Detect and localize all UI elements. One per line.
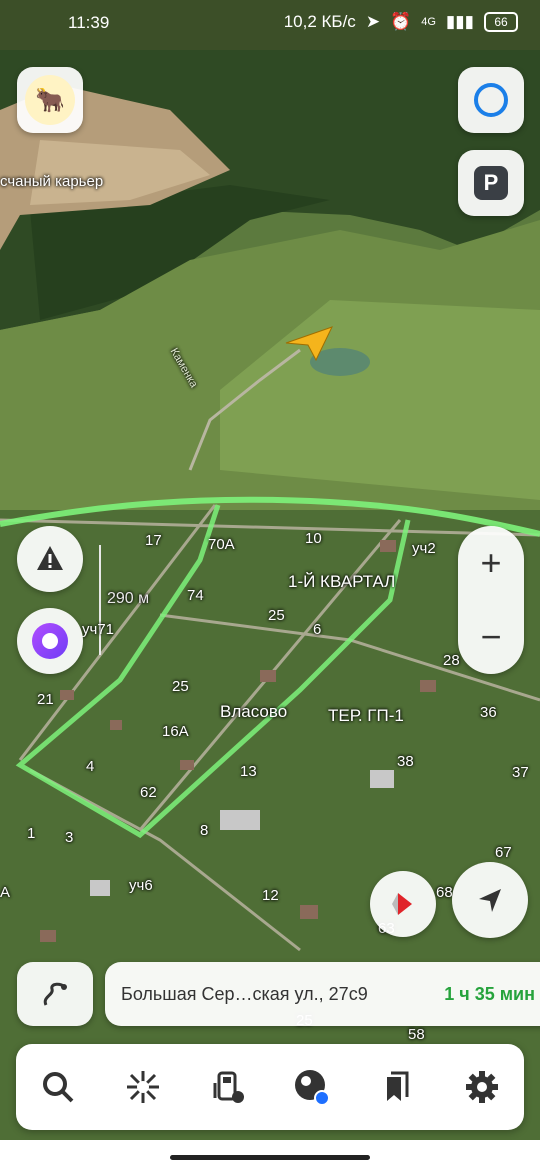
house-number: 74 <box>187 587 204 604</box>
house-number: уч71 <box>82 621 114 638</box>
sparkle-icon <box>126 1071 159 1103</box>
music-button[interactable] <box>287 1062 337 1112</box>
network-type: 4G <box>421 16 436 28</box>
house-number: 6 <box>313 621 322 638</box>
house-number: 16А <box>162 723 189 740</box>
map-scale: 290 м <box>107 590 150 607</box>
map-label-ter-gp: ТЕР. ГП-1 <box>328 706 404 725</box>
house-number: 10 <box>305 530 322 547</box>
house-number: 70А <box>208 536 235 553</box>
location-status-icon: ➤ <box>365 12 381 31</box>
settings-button[interactable] <box>457 1062 507 1112</box>
warning-icon <box>37 546 63 570</box>
warning-button[interactable] <box>17 526 83 592</box>
alarm-icon: ⏰ <box>390 12 412 31</box>
home-indicator[interactable] <box>170 1155 370 1160</box>
route-summary-bar[interactable]: Большая Сер…ская ул., 27с9 1 ч 35 мин <box>105 962 540 1026</box>
yak-avatar-icon: 🐂 <box>25 75 75 125</box>
network-speed: 10,2 КБ/с <box>283 12 356 31</box>
house-number: уч6 <box>129 877 153 894</box>
bookmarks-icon <box>386 1071 409 1101</box>
compass-icon <box>392 893 412 915</box>
route-options-button[interactable] <box>17 962 93 1026</box>
search-button[interactable] <box>33 1062 83 1112</box>
house-number: 25 <box>268 607 285 624</box>
fuel-button[interactable] <box>203 1062 253 1112</box>
bookmarks-button[interactable] <box>372 1062 422 1112</box>
route-destination: Большая Сер…ская ул., 27с9 <box>121 983 368 1004</box>
house-number: 37 <box>512 764 529 781</box>
house-number: 62 <box>140 784 157 801</box>
compass-button[interactable] <box>370 871 436 937</box>
alice-icon <box>32 623 68 659</box>
discover-button[interactable] <box>118 1062 168 1112</box>
system-navigation-bar <box>0 1140 540 1170</box>
parking-icon: P <box>474 166 508 200</box>
my-location-button[interactable] <box>452 862 528 938</box>
house-number: 21 <box>37 691 54 708</box>
bottom-toolbar <box>16 1044 524 1130</box>
assistant-button[interactable] <box>458 67 524 133</box>
house-number: 67 <box>495 844 512 861</box>
battery-indicator: 66 <box>484 12 518 32</box>
map-label-quarry: счаный карьер <box>0 173 104 190</box>
minus-icon: − <box>480 616 502 657</box>
avatar-button[interactable]: 🐂 <box>17 67 83 133</box>
house-number: 4 <box>86 758 95 775</box>
signal-icon: ▮▮▮ <box>445 12 474 31</box>
zoom-in-button[interactable]: + <box>458 526 524 600</box>
parking-button[interactable]: P <box>458 150 524 216</box>
alice-ring-icon <box>474 83 508 117</box>
map-label-quarter: 1-Й КВАРТАЛ <box>288 572 396 591</box>
zoom-controls: + − <box>458 526 524 674</box>
map-label-vlasovo: Власово <box>220 702 288 721</box>
route-icon <box>43 982 67 1006</box>
house-number: А <box>0 884 11 901</box>
status-time: 11:39 <box>68 13 110 32</box>
house-number: 36 <box>480 704 497 721</box>
house-number: 38 <box>397 753 414 770</box>
house-number: 12 <box>262 887 279 904</box>
house-number: 25 <box>172 678 189 695</box>
house-number: 17 <box>145 532 162 549</box>
status-bar: 11:39 10,2 КБ/с ➤ ⏰ 4G ▮▮▮ 66 <box>0 0 540 50</box>
house-number: 68 <box>436 884 453 901</box>
fuel-icon <box>213 1071 244 1103</box>
house-number: 3 <box>65 829 74 846</box>
screen: 11:39 10,2 КБ/с ➤ ⏰ 4G ▮▮▮ 66 🐂 P счаный… <box>0 0 540 1170</box>
music-icon <box>295 1070 331 1106</box>
house-number: 8 <box>200 822 209 839</box>
house-number: 13 <box>240 763 257 780</box>
search-icon <box>43 1072 74 1103</box>
route-eta: 1 ч 35 мин <box>444 983 535 1004</box>
map-scale-line <box>99 545 101 655</box>
alice-button[interactable] <box>17 608 83 674</box>
house-number: уч2 <box>412 540 436 557</box>
navigation-arrow-icon <box>479 889 501 912</box>
gear-icon <box>465 1071 498 1103</box>
plus-icon: + <box>480 542 502 583</box>
house-number: 1 <box>27 825 36 842</box>
zoom-out-button[interactable]: − <box>458 600 524 674</box>
house-number: 58 <box>408 1026 425 1043</box>
